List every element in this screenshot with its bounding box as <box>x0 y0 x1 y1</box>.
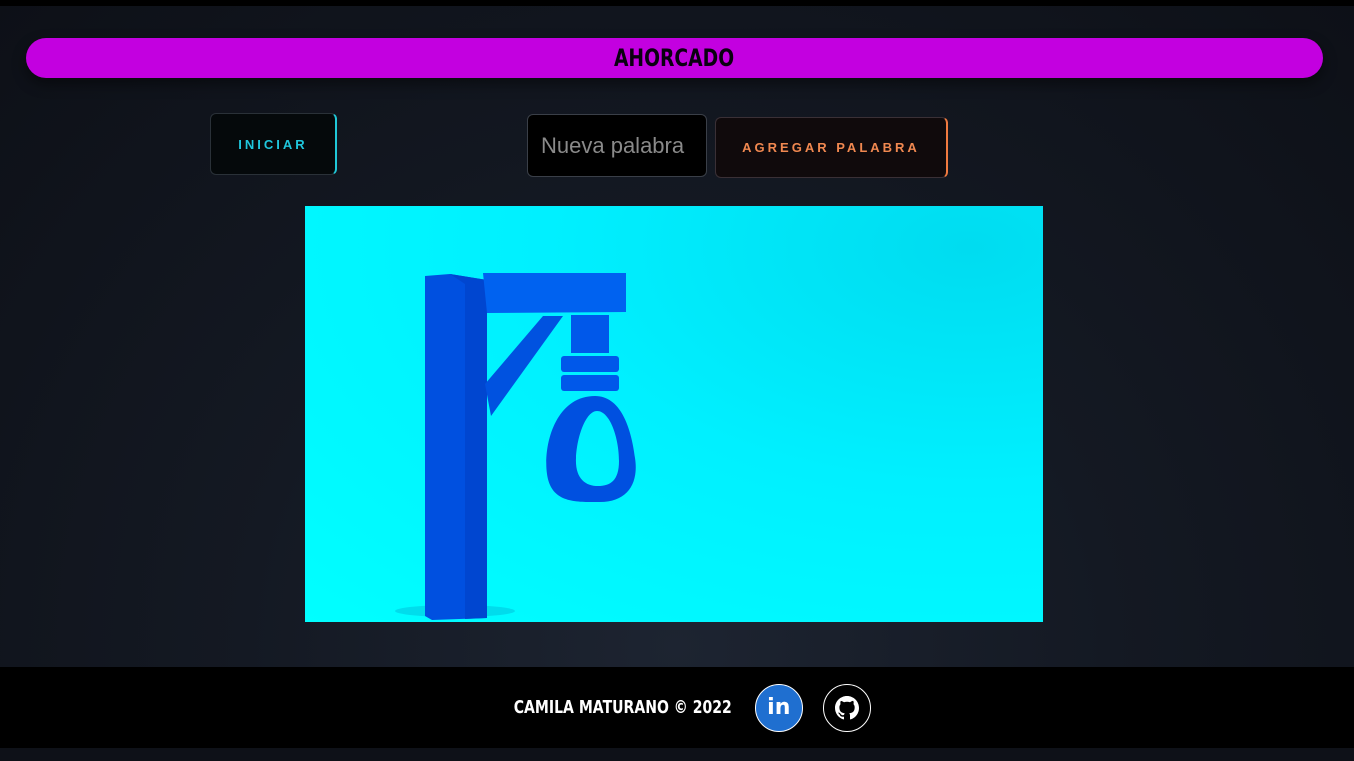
footer: CAMILA MATURANO © 2022 in <box>0 667 1354 748</box>
github-icon <box>834 695 859 719</box>
page-title: AHORCADO <box>614 44 735 72</box>
hangman-image <box>305 206 1043 622</box>
page: AHORCADO INICIAR AGREGAR PALABRA CAMILA … <box>0 0 1354 761</box>
new-word-input[interactable] <box>527 114 707 177</box>
top-strip <box>0 0 1354 6</box>
start-button[interactable]: INICIAR <box>210 113 337 175</box>
add-word-button[interactable]: AGREGAR PALABRA <box>715 117 948 178</box>
footer-credit: CAMILA MATURANO © 2022 <box>513 697 733 718</box>
rope-coil-1 <box>561 356 619 372</box>
gallows-illustration <box>395 273 636 620</box>
rope-coil-2 <box>561 375 619 391</box>
linkedin-icon: in <box>767 694 791 720</box>
linkedin-button[interactable]: in <box>754 683 803 732</box>
gallows-beam <box>483 273 626 313</box>
gallows-brace <box>485 316 563 416</box>
github-button[interactable] <box>822 683 871 732</box>
noose-loop <box>546 396 636 503</box>
bottom-strip <box>0 748 1354 761</box>
rope-stub <box>571 315 609 353</box>
title-bar: AHORCADO <box>26 38 1323 78</box>
